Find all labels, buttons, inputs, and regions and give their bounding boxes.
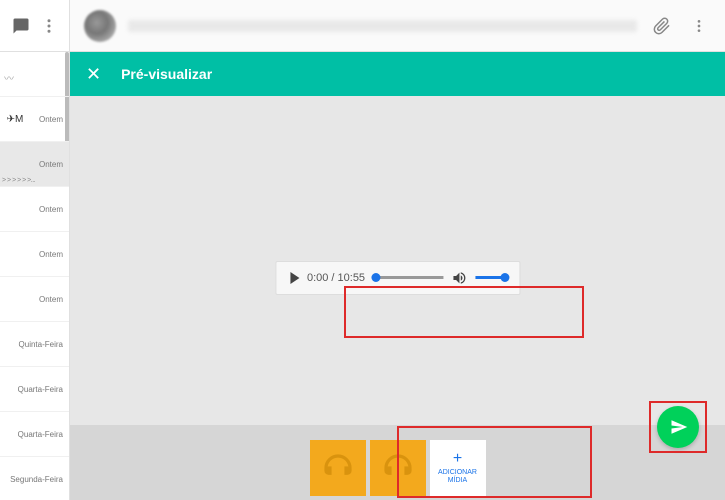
add-media-label: ADICIONARMÍDIA [438, 469, 477, 484]
more-icon[interactable] [687, 14, 711, 38]
conversation-item[interactable]: ✈M Ontem [0, 97, 69, 142]
media-thumbnail-audio[interactable] [310, 440, 366, 496]
contact-avatar[interactable] [84, 10, 116, 42]
conversation-item[interactable]: Segunda-Feira [0, 457, 69, 500]
plus-icon: + [453, 451, 462, 467]
audio-time-display: 0:00 / 10:55 [307, 272, 365, 284]
conversation-item[interactable]: Ontem [0, 187, 69, 232]
audio-player: 0:00 / 10:55 [275, 261, 520, 295]
conversation-timestamp: Ontem [39, 205, 63, 214]
attachment-icon[interactable] [649, 13, 675, 39]
conversation-preview-text: > > > > > >... [2, 177, 35, 184]
conversation-item[interactable]: Quarta-Feira [0, 367, 69, 412]
preview-footer: + ADICIONARMÍDIA [70, 425, 725, 500]
sidebar-header [0, 0, 69, 52]
media-thumbnail-audio[interactable] [370, 440, 426, 496]
conversation-timestamp: Quarta-Feira [18, 385, 63, 394]
sidebar: ✈M Ontem Ontem > > > > > >... Ontem Onte… [0, 0, 70, 500]
volume-knob[interactable] [500, 273, 509, 282]
preview-title: Pré-visualizar [121, 66, 212, 82]
send-button[interactable] [657, 406, 699, 448]
close-icon[interactable]: ✕ [86, 64, 101, 85]
avatar-placeholder: ✈M [3, 107, 27, 131]
play-icon[interactable] [290, 272, 299, 284]
avatar-placeholder [4, 70, 22, 78]
preview-header: ✕ Pré-visualizar [70, 52, 725, 96]
conversation-list[interactable]: ✈M Ontem Ontem > > > > > >... Ontem Onte… [0, 52, 69, 500]
preview-body: 0:00 / 10:55 [70, 96, 725, 500]
audio-progress-knob[interactable] [371, 273, 380, 282]
main-panel: ✕ Pré-visualizar 0:00 / 10:55 [70, 0, 725, 500]
add-media-button[interactable]: + ADICIONARMÍDIA [430, 440, 486, 496]
conversation-item[interactable]: Ontem [0, 232, 69, 277]
conversation-timestamp: Ontem [39, 250, 63, 259]
conversation-item[interactable]: Quarta-Feira [0, 412, 69, 457]
audio-progress-slider[interactable] [373, 276, 443, 279]
conversation-item[interactable]: Quinta-Feira [0, 322, 69, 367]
chat-header [70, 0, 725, 52]
volume-slider[interactable] [475, 276, 505, 279]
conversation-timestamp: Quinta-Feira [19, 340, 63, 349]
conversation-item-selected[interactable]: Ontem > > > > > >... [0, 142, 69, 187]
contact-name [128, 20, 637, 32]
volume-icon[interactable] [451, 270, 467, 286]
conversation-timestamp: Segunda-Feira [10, 475, 63, 484]
conversation-timestamp: Quarta-Feira [18, 430, 63, 439]
send-icon [668, 418, 688, 436]
conversation-timestamp: Ontem [39, 160, 63, 169]
headphones-icon [322, 452, 354, 484]
headphones-icon [382, 452, 414, 484]
conversation-timestamp: Ontem [39, 295, 63, 304]
chats-icon[interactable] [12, 17, 30, 35]
conversation-item[interactable] [0, 52, 69, 97]
conversation-item[interactable]: Ontem [0, 277, 69, 322]
media-tray: + ADICIONARMÍDIA [310, 440, 486, 496]
more-icon[interactable] [40, 17, 58, 35]
conversation-timestamp: Ontem [39, 115, 63, 124]
